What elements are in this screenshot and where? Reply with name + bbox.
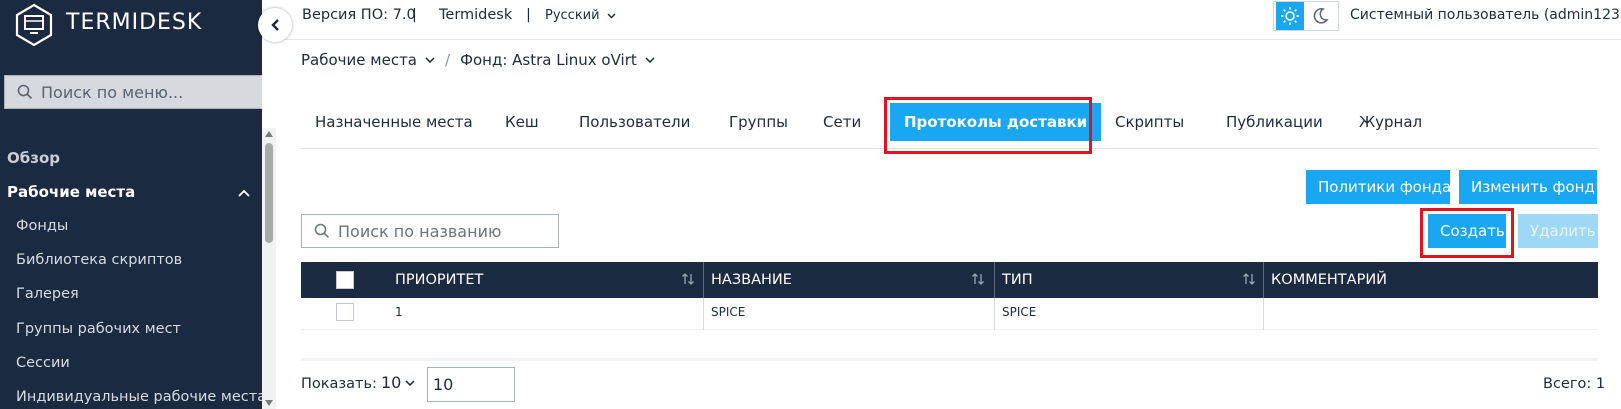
sort-icon[interactable] [681,272,695,286]
language-label: Русский [545,8,600,23]
tab-groups[interactable]: Группы [715,103,802,141]
breadcrumb: Рабочие места / Фонд: Astra Linux oVirt [301,51,655,69]
name-search-input[interactable]: Поиск по названию [301,214,559,248]
sidebar-item-gallery[interactable]: Галерея [16,286,79,302]
cell-priority: 1 [395,305,403,319]
sidebar-item-script-library[interactable]: Библиотека скриптов [16,252,182,268]
cell-name: SPICE [711,305,746,319]
sidebar: TERMIDESK Поиск по меню... Обзор Рабочие… [0,0,262,409]
sort-icon[interactable] [971,272,985,286]
sidebar-item-individual-workplaces[interactable]: Индивидуальные рабочие места [16,389,262,405]
select-all-checkbox[interactable] [336,271,354,289]
language-select[interactable]: Русский [545,8,616,23]
top-separator: | [412,7,417,23]
tab-users[interactable]: Пользователи [565,103,704,141]
column-header-comment[interactable]: КОММЕНТАРИЙ [1271,262,1387,298]
total-count: Всего: 1 [1543,376,1606,392]
page-size-value: 10 [381,373,402,392]
light-theme-button[interactable] [1276,2,1304,30]
product-name: Termidesk [439,7,513,23]
column-divider [1263,298,1264,330]
top-separator: | [526,7,531,23]
sidebar-item-sessions[interactable]: Сессии [16,355,70,371]
breadcrumb-workplaces[interactable]: Рабочие места [301,51,417,69]
chevron-down-icon[interactable] [425,57,435,63]
column-divider [994,262,995,298]
sidebar-item-workplaces[interactable]: Рабочие места [7,183,135,201]
sidebar-item-pools[interactable]: Фонды [16,218,68,234]
page-size-input[interactable]: 10 [427,367,515,402]
user-name: Системный пользователь (admin123) [1350,7,1621,23]
software-version: Версия ПО: 7.0 [302,7,416,23]
row-checkbox[interactable] [336,303,354,321]
breadcrumb-divider: / [445,51,451,69]
create-highlight-frame [1420,208,1514,258]
sidebar-scrollbar[interactable] [262,128,276,409]
sidebar-item-workplace-groups[interactable]: Группы рабочих мест [16,321,181,337]
tab-cache[interactable]: Кеш [491,103,553,141]
scroll-up-icon[interactable] [265,131,273,137]
moon-icon [1313,8,1329,24]
scroll-thumb[interactable] [265,143,273,243]
table-header: ПРИОРИТЕТ НАЗВАНИЕ ТИП КОММЕНТАРИЙ [301,262,1598,298]
chevron-up-icon[interactable] [238,189,250,197]
chevron-down-icon[interactable] [645,57,655,63]
breadcrumb-current-pool[interactable]: Фонд: Astra Linux oVirt [460,51,637,69]
sun-icon [1281,7,1299,25]
tab-publications[interactable]: Публикации [1212,103,1337,141]
tab-scripts[interactable]: Скрипты [1101,103,1198,141]
brand-name: TERMIDESK [66,10,203,35]
chevron-left-icon [271,19,279,31]
tab-networks[interactable]: Сети [809,103,875,141]
page-size-label: Показать: [301,376,377,392]
column-header-type[interactable]: ТИП [1002,262,1033,298]
scroll-down-icon[interactable] [265,400,273,406]
termidesk-logo-icon [15,3,53,47]
column-divider [994,298,995,330]
chevron-down-icon [405,379,415,386]
sidebar-collapse-button[interactable] [258,8,292,42]
table-footer-divider [301,358,1598,361]
column-header-priority[interactable]: ПРИОРИТЕТ [395,262,483,298]
delete-button[interactable]: Удалить [1518,214,1598,248]
user-menu[interactable]: Системный пользователь (admin123) [1350,7,1621,23]
search-icon [17,84,33,100]
column-header-name[interactable]: НАЗВАНИЕ [711,262,792,298]
theme-toggle[interactable] [1273,1,1339,31]
search-icon [314,223,330,239]
dark-theme-button[interactable] [1304,2,1336,30]
cell-type: SPICE [1002,305,1037,319]
chevron-down-icon [607,13,616,19]
page-size-select[interactable]: 10 [381,373,415,392]
pool-policies-button[interactable]: Политики фонда [1306,170,1451,204]
column-divider [1263,262,1264,298]
tab-highlight-frame [884,97,1092,154]
column-divider [703,262,704,298]
edit-pool-button[interactable]: Изменить фонд [1459,170,1597,204]
menu-search-input[interactable]: Поиск по меню... [4,75,262,109]
sidebar-item-overview[interactable]: Обзор [7,149,60,167]
table-row[interactable]: 1 SPICE SPICE [301,298,1598,330]
menu-search-placeholder: Поиск по меню... [41,82,184,102]
column-divider [703,298,704,330]
tab-assigned-places[interactable]: Назначенные места [301,103,487,141]
tab-journal[interactable]: Журнал [1345,103,1436,141]
name-search-placeholder: Поиск по названию [338,221,502,241]
sort-icon[interactable] [1242,272,1256,286]
